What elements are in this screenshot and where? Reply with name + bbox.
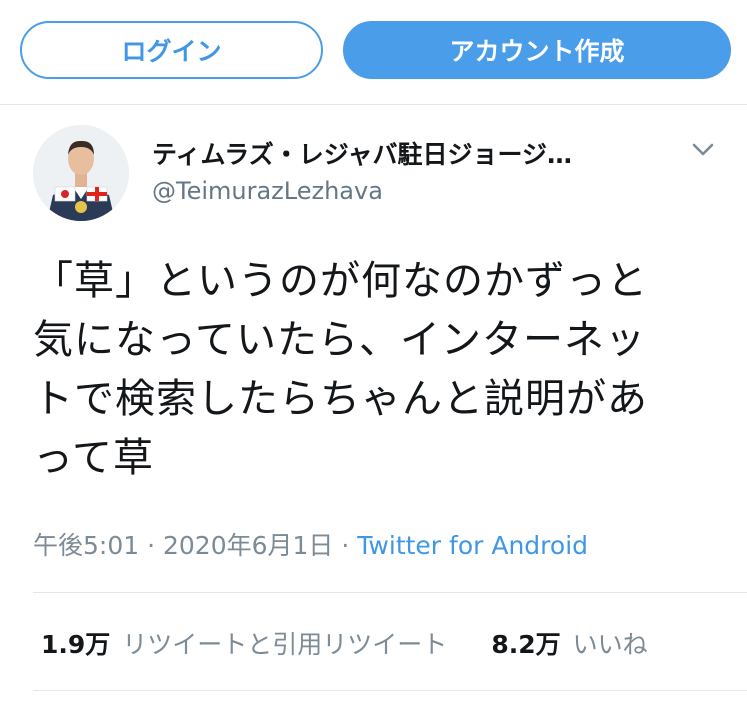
likes-label[interactable]: いいね	[573, 625, 648, 661]
likes-count[interactable]: 8.2万	[491, 625, 560, 661]
signup-button[interactable]: アカウント作成	[343, 21, 731, 79]
tweet-meta: 午後5:01 · 2020年6月1日 · Twitter for Android	[33, 526, 588, 562]
meta-separator: ·	[341, 531, 358, 560]
divider	[33, 690, 747, 691]
tweet-text: 「草」というのが何なのかずっと 気になっていたら、インターネッ トで検索したらち…	[33, 252, 713, 488]
tweet-text-line: って草	[33, 435, 154, 481]
chevron-down-icon[interactable]	[688, 137, 718, 163]
tweet-date[interactable]: 2020年6月1日	[163, 531, 333, 560]
avatar-image	[33, 125, 129, 221]
user-handle[interactable]: @TeimurazLezhava	[152, 177, 383, 205]
tweet-text-line: 気になっていたら、インターネッ	[33, 317, 646, 363]
top-bar: ログイン アカウント作成	[0, 0, 747, 105]
display-name[interactable]: ティムラズ・レジャバ駐日ジョージ…	[152, 135, 642, 171]
meta-separator: ·	[147, 531, 163, 560]
login-button[interactable]: ログイン	[20, 21, 323, 79]
avatar[interactable]	[33, 125, 129, 221]
retweets-count[interactable]: 1.9万	[41, 625, 110, 661]
tweet-source-link[interactable]: Twitter for Android	[357, 531, 588, 560]
tweet-text-line: トで検索したらちゃんと説明があ	[33, 376, 648, 422]
divider	[33, 592, 747, 593]
tweet-time[interactable]: 午後5:01	[33, 531, 139, 560]
retweets-label[interactable]: リツイートと引用リツイート	[122, 625, 447, 661]
tweet-stats: 1.9万 リツイートと引用リツイート 8.2万 いいね	[41, 625, 692, 661]
tweet-text-line: 「草」というのが何なのかずっと	[33, 258, 648, 304]
